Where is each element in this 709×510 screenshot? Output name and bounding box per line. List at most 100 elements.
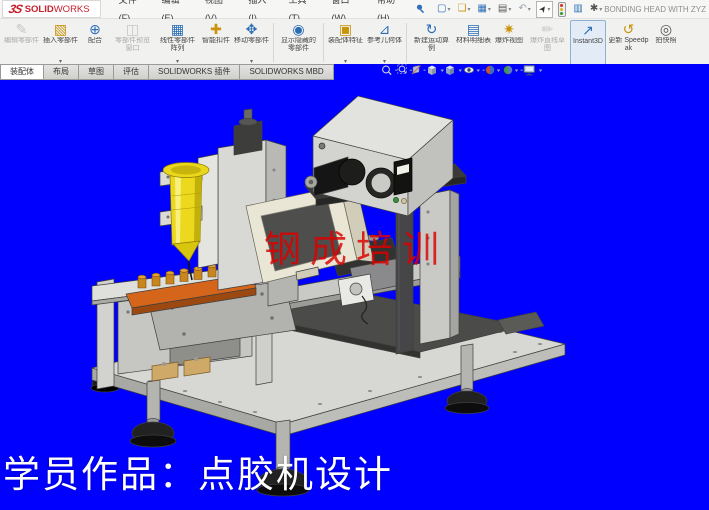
- command-tabs: 装配体布局草图评估SOLIDWORKS 插件SOLIDWORKS MBD: [0, 64, 334, 80]
- update-speedpak-icon: ↺: [623, 21, 635, 37]
- undo-icon-glyph: ↶: [518, 4, 526, 14]
- headsup-separator: [521, 70, 523, 71]
- section-view-icon[interactable]: [412, 66, 421, 75]
- ribbon-component-preview-window: ◫零部件预览窗口: [110, 20, 155, 65]
- take-snapshot-icon: ◎: [660, 21, 672, 37]
- view-orientation-icon[interactable]: [428, 66, 444, 76]
- ribbon-bill-of-materials[interactable]: ▤材料明细表: [454, 20, 493, 65]
- hide-show-items-icon[interactable]: [464, 67, 480, 73]
- menu-bar: 3S SOLID WORKS 文件(F)编辑(E)视图(V)插入(I)工具(T)…: [0, 0, 709, 19]
- tab-assembly[interactable]: 装配体: [0, 64, 44, 80]
- quick-access-toolbar: ▢▾❏▾▦▾▤▾↶▾➤▾▥✱▾: [435, 1, 604, 18]
- bill-of-materials-label: 材料明细表: [456, 37, 491, 45]
- take-snapshot-label: 拍快照: [655, 37, 676, 45]
- solidworks-logo-mark: 3S: [7, 2, 23, 16]
- ribbon-smart-fasteners[interactable]: ✚智能扣件: [200, 20, 232, 65]
- headsup-separator: [395, 70, 397, 71]
- smart-fasteners-label: 智能扣件: [202, 37, 230, 45]
- rebuild-icon[interactable]: [556, 2, 568, 17]
- dropdown-arrow[interactable]: [441, 70, 445, 73]
- ribbon-exploded-view[interactable]: ✷爆炸视图: [493, 20, 525, 65]
- tab-evaluate[interactable]: 评估: [114, 64, 149, 80]
- graphics-viewport[interactable]: 装配体布局草图评估SOLIDWORKS 插件SOLIDWORKS MBD: [0, 64, 709, 510]
- ribbon-mate[interactable]: ⊕配合: [80, 20, 110, 65]
- edit-appearance-icon[interactable]: [486, 66, 501, 74]
- new-motion-study-icon: ↻: [426, 21, 438, 37]
- exploded-view-label: 爆炸视图: [495, 37, 523, 45]
- save-icon-glyph: ▦: [477, 4, 486, 14]
- dropdown-arrow[interactable]: ▾: [488, 6, 491, 13]
- undo-icon[interactable]: ↶▾: [516, 2, 532, 17]
- bill-of-materials-icon: ▤: [467, 21, 480, 37]
- print-icon-glyph: ▤: [498, 4, 507, 14]
- apply-scene-icon[interactable]: [504, 66, 519, 74]
- dropdown-arrow[interactable]: ▾: [528, 6, 531, 13]
- ribbon-divider: [273, 23, 274, 62]
- print-icon[interactable]: ▤▾: [496, 2, 513, 17]
- document-title: BONDING HEAD WITH ZYZ: [604, 5, 709, 14]
- ribbon-linear-component-pattern[interactable]: ▦线性零部件阵列▾: [155, 20, 200, 65]
- ribbon-explode-line-sketch: ✏爆炸直线草图: [525, 20, 570, 65]
- headsup-separator: [483, 70, 485, 71]
- dropdown-arrow[interactable]: [515, 70, 519, 73]
- pin-icon-glyph: [415, 3, 427, 15]
- dropdown-arrow[interactable]: [459, 70, 463, 73]
- headsup-separator: [424, 70, 426, 71]
- move-component-label: 移动零部件: [234, 37, 269, 45]
- dropdown-arrow[interactable]: [477, 70, 481, 73]
- select-icon[interactable]: ➤▾: [536, 1, 554, 18]
- pin-icon[interactable]: [415, 3, 427, 15]
- dropdown-arrow[interactable]: ▾: [447, 6, 450, 13]
- ribbon-new-motion-study[interactable]: ↻新建运动算例: [409, 20, 454, 65]
- dropdown-arrow[interactable]: ▾: [599, 6, 602, 13]
- ribbon-reference-geometry[interactable]: ⊿参考几何体▾: [365, 20, 404, 65]
- open-icon[interactable]: ❏▾: [455, 2, 472, 17]
- caption-text: 学员作品：点胶机设计: [3, 444, 393, 498]
- model-right-block[interactable]: [498, 312, 544, 334]
- view-settings-icon[interactable]: [524, 66, 542, 75]
- dropdown-arrow[interactable]: [497, 70, 501, 73]
- dropdown-arrow[interactable]: ▾: [508, 6, 511, 13]
- file-properties-icon-glyph: ▥: [573, 4, 582, 14]
- mate-label: 配合: [88, 37, 102, 45]
- instant3d-icon: ↗: [582, 22, 594, 38]
- explode-line-sketch-icon: ✏: [542, 21, 554, 37]
- new-motion-study-label: 新建运动算例: [411, 37, 452, 52]
- options-icon-glyph: ✱: [590, 4, 598, 14]
- headsup-toolbar[interactable]: [383, 65, 543, 75]
- traffic-light-glyph: [558, 2, 566, 17]
- zoom-to-fit-icon[interactable]: [383, 66, 392, 75]
- linear-component-pattern-icon: ▦: [171, 21, 184, 37]
- save-icon[interactable]: ▦▾: [475, 2, 492, 17]
- ribbon-take-snapshot[interactable]: ◎拍快照: [651, 20, 681, 65]
- tab-solidworks-addins[interactable]: SOLIDWORKS 插件: [149, 64, 240, 80]
- new-document-icon[interactable]: ▢▾: [435, 2, 452, 17]
- component-preview-window-icon: ◫: [126, 21, 139, 37]
- component-preview-window-label: 零部件预览窗口: [112, 37, 153, 52]
- ribbon-move-component[interactable]: ✥移动零部件▾: [232, 20, 271, 65]
- mate-icon: ⊕: [89, 21, 101, 37]
- show-hidden-components-label: 显示隐藏的零部件: [278, 37, 319, 52]
- edit-component-label: 编辑零部件: [4, 37, 39, 45]
- ribbon-update-speedpak[interactable]: ↺更新 Speedpak: [606, 20, 651, 65]
- file-properties-icon[interactable]: ▥: [571, 2, 584, 17]
- ribbon-instant3d[interactable]: ↗Instant3D: [570, 20, 606, 65]
- zoom-to-area-icon[interactable]: [398, 65, 407, 74]
- ribbon-show-hidden-components[interactable]: ◉显示隐藏的零部件: [276, 20, 321, 65]
- ribbon-insert-components[interactable]: ▧插入零部件▾: [41, 20, 80, 65]
- ribbon-edit-component: ✎编辑零部件: [2, 20, 41, 65]
- display-style-icon[interactable]: [446, 66, 462, 76]
- ribbon-assembly-features[interactable]: ▣装配体特征▾: [326, 20, 365, 65]
- tab-sketch[interactable]: 草图: [79, 64, 114, 80]
- tab-layout[interactable]: 布局: [44, 64, 79, 80]
- instant3d-label: Instant3D: [573, 38, 603, 46]
- cad-model-dispensing-machine[interactable]: [91, 96, 565, 496]
- tab-solidworks-mbd[interactable]: SOLIDWORKS MBD: [240, 64, 333, 80]
- dropdown-arrow[interactable]: ▾: [467, 6, 470, 13]
- options-icon[interactable]: ✱▾: [588, 2, 604, 17]
- dropdown-arrow[interactable]: [539, 70, 543, 73]
- reference-geometry-icon: ⊿: [379, 21, 391, 37]
- solidworks-window: 3S SOLID WORKS 文件(F)编辑(E)视图(V)插入(I)工具(T)…: [0, 0, 709, 510]
- show-hidden-components-icon: ◉: [292, 21, 304, 37]
- model-syringe[interactable]: [160, 154, 218, 280]
